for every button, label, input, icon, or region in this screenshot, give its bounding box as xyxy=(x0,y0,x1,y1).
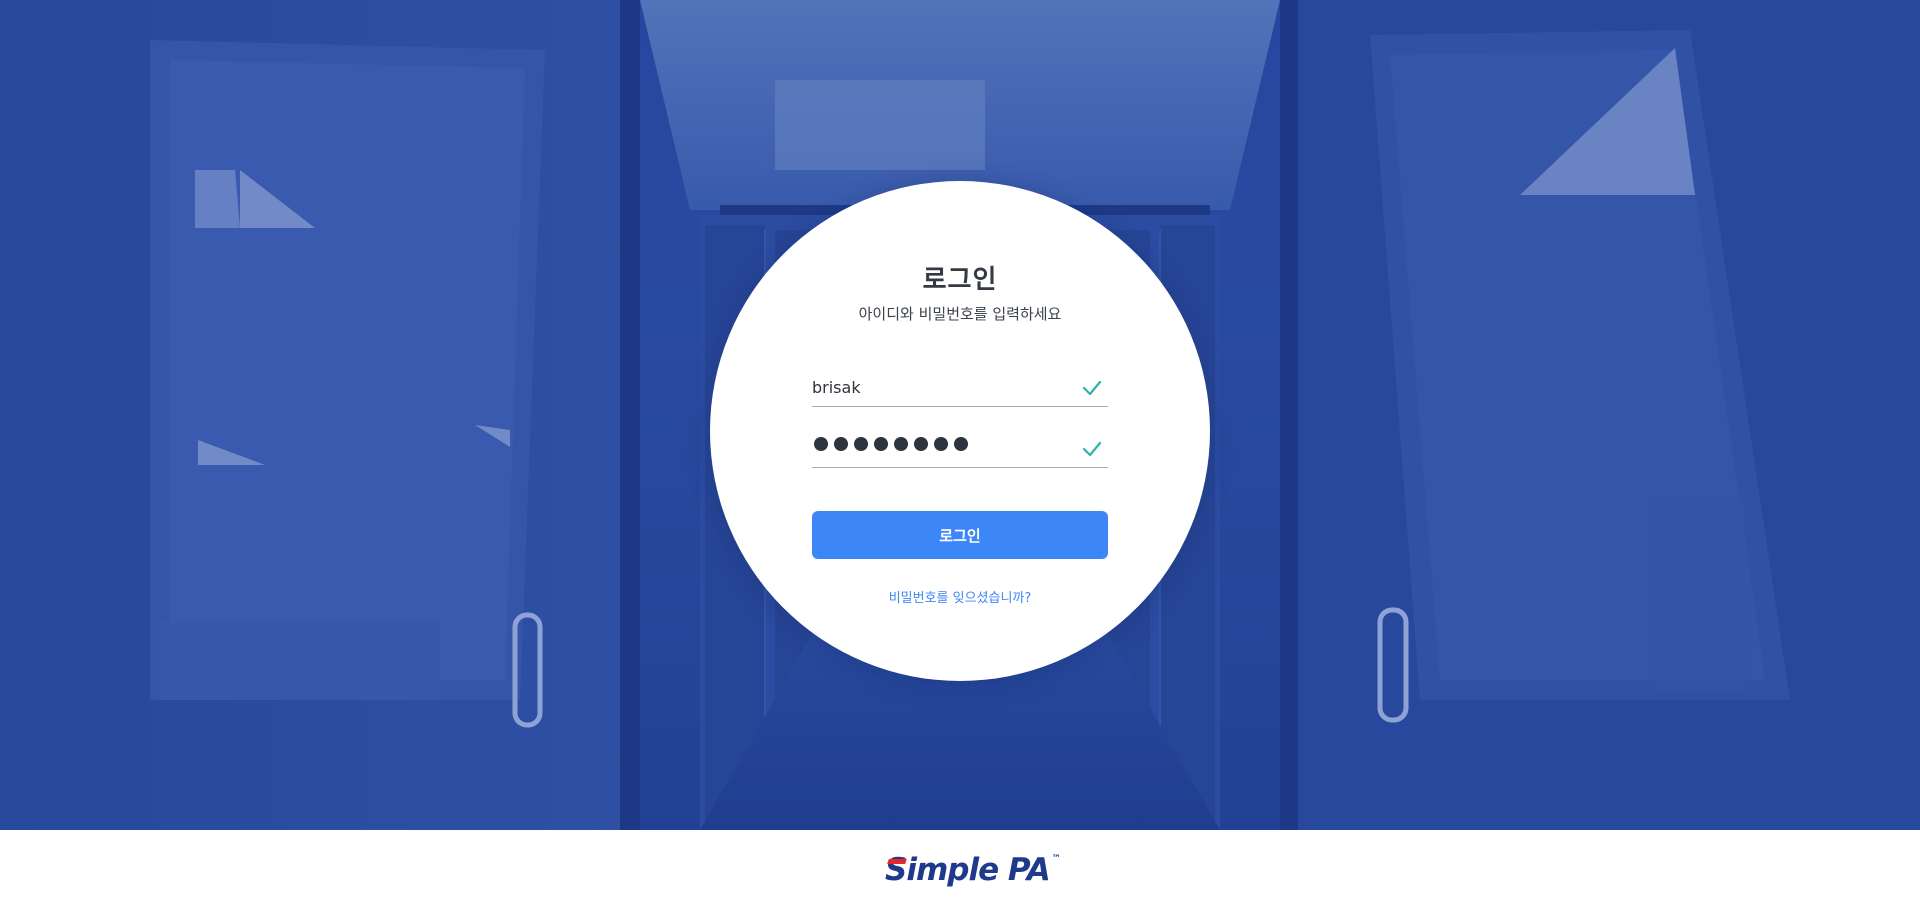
login-title: 로그인 xyxy=(922,265,998,295)
simple-pa-logo: Simple PA ™ xyxy=(885,852,1061,896)
login-panel: 로그인 아이디와 비밀번호를 입력하세요 로그인 비밀번호를 잊으셨습니까? xyxy=(710,181,1210,681)
login-subtitle: 아이디와 비밀번호를 입력하세요 xyxy=(858,305,1062,323)
password-field xyxy=(812,431,1108,468)
forgot-password-link[interactable]: 비밀번호를 잊으셨습니까? xyxy=(710,587,1210,606)
check-icon xyxy=(1082,380,1102,396)
logo-red-stripe xyxy=(887,859,907,864)
username-input[interactable] xyxy=(812,374,1062,400)
password-input[interactable] xyxy=(814,437,968,451)
check-icon xyxy=(1082,441,1102,457)
login-button[interactable]: 로그인 xyxy=(812,511,1108,559)
username-field xyxy=(812,370,1108,407)
logo-trademark: ™ xyxy=(1051,854,1061,864)
logo-text: Simple PA xyxy=(885,852,1051,888)
login-page: 로그인 아이디와 비밀번호를 입력하세요 로그인 비밀번호를 잊으셨습니까? S xyxy=(0,0,1920,920)
footer: Simple PA ™ xyxy=(0,830,1920,920)
